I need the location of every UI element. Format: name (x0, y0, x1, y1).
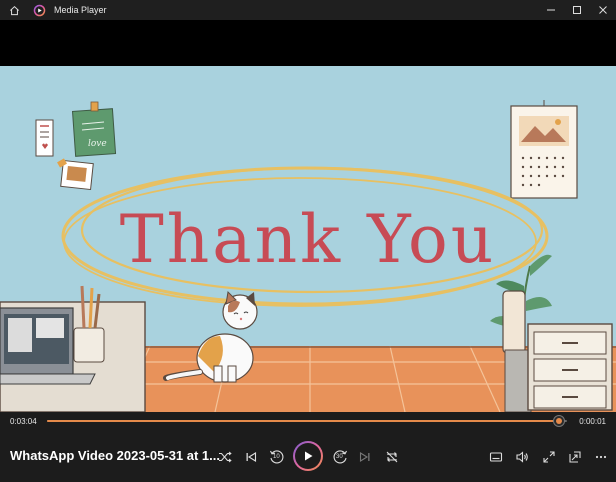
time-elapsed: 0:03:04 (10, 417, 37, 426)
more-options-icon (595, 455, 607, 459)
volume-button[interactable] (513, 448, 531, 466)
shuffle-icon (219, 451, 232, 463)
expand-icon (543, 451, 555, 463)
window-title: Media Player (54, 5, 107, 15)
minimize-button[interactable] (538, 0, 564, 20)
repeat-off-icon (386, 451, 398, 463)
play-button[interactable] (293, 441, 323, 471)
subtitles-icon (489, 452, 503, 462)
shuffle-button[interactable] (216, 448, 234, 466)
seek-bar-progress (47, 420, 560, 422)
skip-forward-seconds: 30 (336, 454, 343, 460)
volume-icon (516, 451, 528, 463)
mini-player-button[interactable] (566, 448, 584, 466)
skip-forward-button[interactable]: 30 (330, 447, 350, 467)
playback-controls: 0:03:04 0:00:01 WhatsApp Video 2023-05-3… (0, 412, 616, 482)
media-title: WhatsApp Video 2023-05-31 at 1... (10, 448, 220, 463)
seek-bar[interactable] (47, 415, 567, 427)
play-icon (305, 451, 313, 461)
drawer-cabinet-illustration (527, 323, 613, 411)
captions-button[interactable] (487, 448, 505, 466)
svg-text:love: love (88, 139, 107, 149)
skip-back-button[interactable]: 10 (267, 447, 287, 467)
skip-next-icon (359, 452, 370, 462)
time-remaining: 0:00:01 (579, 417, 606, 426)
skip-previous-icon (246, 452, 257, 462)
seek-bar-thumb[interactable] (553, 415, 566, 427)
close-button[interactable] (590, 0, 616, 20)
skip-back-seconds: 10 (273, 454, 280, 460)
wall-calendar-illustration (510, 100, 578, 199)
next-button[interactable] (356, 448, 374, 466)
maximize-button[interactable] (564, 0, 590, 20)
video-caption-text: Thank You (120, 201, 496, 278)
repeat-button[interactable] (383, 448, 401, 466)
title-bar: Media Player (0, 0, 616, 20)
video-frame[interactable]: love Thank You (0, 66, 616, 412)
desk-laptop-illustration (0, 285, 146, 412)
fullscreen-button[interactable] (540, 448, 558, 466)
more-options-button[interactable] (592, 448, 610, 466)
media-player-app-icon (32, 3, 46, 17)
home-icon[interactable] (0, 0, 28, 20)
mini-player-icon (569, 451, 581, 463)
previous-button[interactable] (242, 448, 260, 466)
